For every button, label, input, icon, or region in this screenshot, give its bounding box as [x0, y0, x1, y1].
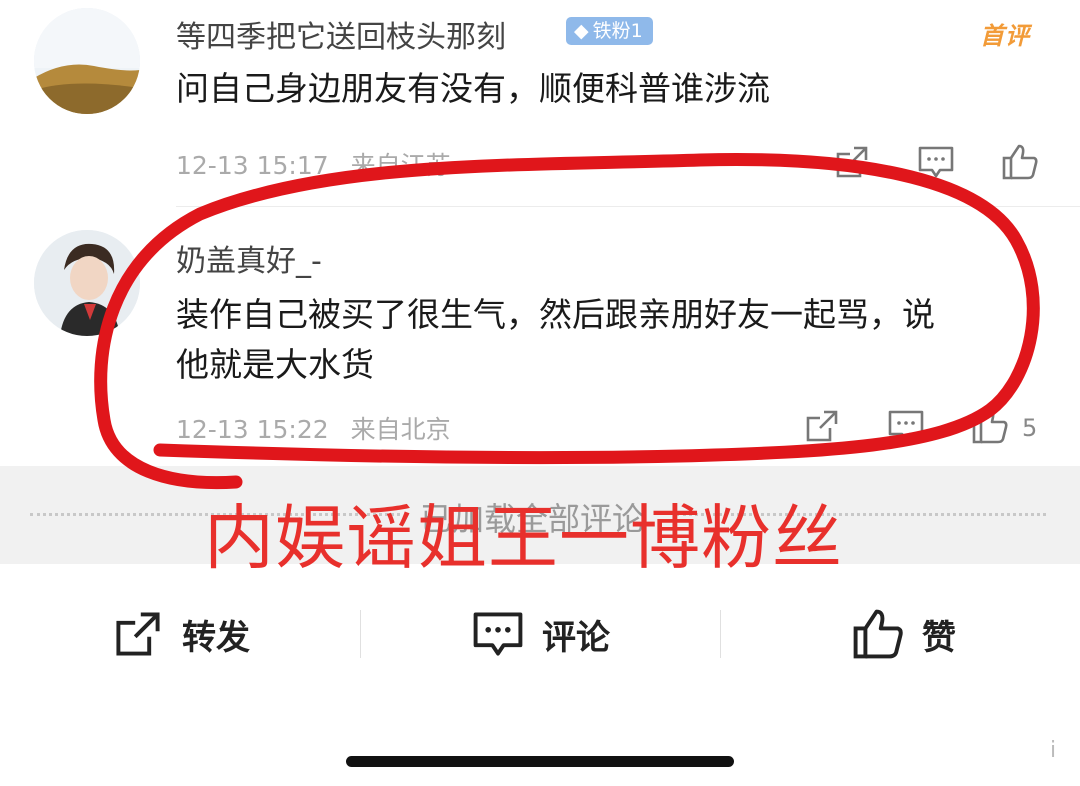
- comment-location: 来自江苏: [350, 151, 451, 180]
- first-comment-tag: 首评: [980, 22, 1030, 50]
- bottom-action-bar: 转发 评论 赞: [0, 564, 1080, 786]
- comment-icon[interactable]: [886, 406, 926, 446]
- desert-avatar-image: [34, 8, 140, 114]
- comment-icon: [473, 612, 523, 656]
- watermark: i: [1050, 738, 1057, 763]
- avatar[interactable]: [34, 230, 140, 336]
- separator: [360, 610, 361, 658]
- like-label: 赞: [922, 617, 956, 658]
- like-icon[interactable]: [970, 406, 1010, 446]
- diamond-icon: ◆: [574, 20, 589, 42]
- repost-icon[interactable]: [802, 406, 842, 446]
- comment-username[interactable]: 等四季把它送回枝头那刻: [176, 12, 506, 56]
- comment-location: 来自北京: [350, 415, 451, 444]
- comment-item: 等四季把它送回枝头那刻 ◆ 铁粉1 首评 问自己身边朋友有没有，顺便科普谁涉流 …: [0, 0, 1080, 200]
- fan-badge-label: 铁粉1: [592, 20, 643, 42]
- comment-username[interactable]: 奶盖真好_-: [176, 236, 322, 280]
- comment-time: 12-13 15:22: [176, 415, 329, 444]
- home-indicator[interactable]: [346, 756, 734, 767]
- comment-meta: 12-13 15:17 来自江苏: [176, 146, 451, 182]
- fan-badge: ◆ 铁粉1: [566, 17, 653, 45]
- repost-icon[interactable]: [832, 142, 872, 182]
- comment-text-line-2: 他就是大水货: [176, 345, 374, 384]
- comment-label: 评论: [542, 617, 610, 658]
- annotation-text: 内娱谣姐王一博粉丝: [204, 497, 843, 579]
- like-count: 5: [1022, 414, 1038, 442]
- like-button[interactable]: 赞: [850, 606, 956, 662]
- repost-label: 转发: [182, 617, 250, 658]
- comment-text: 问自己身边朋友有没有，顺便科普谁涉流: [176, 69, 770, 108]
- comment-item: 奶盖真好_- 装作自己被买了很生气，然后跟亲朋好友一起骂，说 他就是大水货 12…: [0, 210, 1080, 466]
- person-avatar-image: [34, 230, 140, 336]
- comment-time: 12-13 15:17: [176, 151, 329, 180]
- like-icon[interactable]: [1000, 142, 1040, 182]
- comment-icon[interactable]: [916, 142, 956, 182]
- avatar[interactable]: [34, 8, 140, 114]
- thumbs-up-icon: [853, 609, 903, 659]
- separator: [720, 610, 721, 658]
- repost-button[interactable]: 转发: [110, 606, 250, 662]
- comment-divider: [176, 206, 1080, 207]
- repost-icon: [116, 612, 160, 656]
- comment-text-line-1: 装作自己被买了很生气，然后跟亲朋好友一起骂，说: [176, 295, 935, 334]
- comment-meta: 12-13 15:22 来自北京: [176, 410, 451, 446]
- comment-button[interactable]: 评论: [470, 606, 610, 662]
